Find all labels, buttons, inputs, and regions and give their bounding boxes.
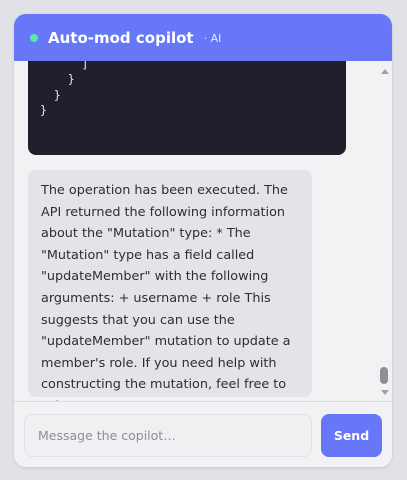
assistant-message: The operation has been executed. The API… [28,170,312,401]
message-scrollbar[interactable] [378,61,392,401]
scrollbar-thumb[interactable] [380,367,388,384]
chevron-up-icon[interactable] [381,69,389,74]
copilot-title: Auto-mod copilot [48,28,194,47]
send-button[interactable]: Send [321,414,382,457]
copilot-header: Auto-mod copilot · AI [14,14,392,61]
chevron-down-icon[interactable] [381,390,389,395]
online-status-icon [30,33,38,42]
message-composer: Send [14,401,392,467]
message-input[interactable] [24,414,312,457]
copilot-panel: Auto-mod copilot · AI } ] } } } The oper… [14,14,392,467]
assistant-message-text: The operation has been executed. The API… [41,183,291,401]
ai-tag: · AI [203,32,222,45]
message-list[interactable]: } ] } } } The operation has been execute… [14,61,392,401]
code-message: } ] } } } [28,61,346,155]
code-snippet: } ] } } } [40,61,89,117]
